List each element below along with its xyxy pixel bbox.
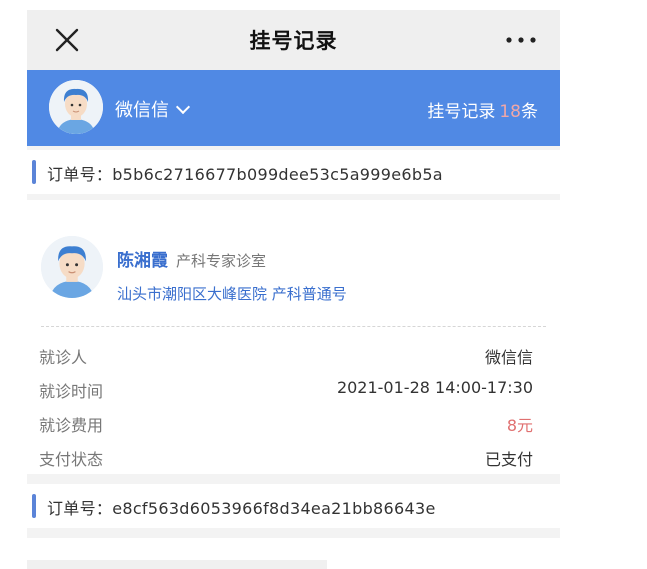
user-name: 微信信: [115, 100, 169, 121]
order-number-row[interactable]: 订单号：b5b6c2716677b099dee53c5a999e6b5a: [27, 150, 560, 194]
fee-value: 8元: [506, 416, 533, 435]
chevron-down-icon: [175, 99, 191, 115]
avatar-icon: [49, 80, 103, 134]
order-number-label: 订单号：: [47, 165, 113, 184]
appointment-card[interactable]: 陈湘霞 产科专家诊室 汕头市潮阳区大峰医院 产科普通号 就诊人 微信信 就诊时间 …: [27, 200, 560, 474]
hospital-name: 汕头市潮阳区大峰医院 产科普通号: [117, 285, 347, 303]
divider: [41, 326, 546, 327]
record-count-number: 18: [499, 102, 521, 122]
fee-label: 就诊费用: [39, 416, 104, 435]
order-number-label: 订单号：: [47, 499, 113, 518]
user-header-bar: 微信信 挂号记录 18条: [27, 70, 560, 146]
avatar-icon: [41, 236, 103, 298]
visit-time-row: 就诊时间 2021-01-28 14:00-17:30: [39, 378, 533, 401]
payment-status-label: 支付状态: [39, 450, 104, 469]
page-title: 挂号记录: [249, 29, 338, 53]
patient-value: 微信信: [484, 348, 533, 367]
payment-status-value: 已支付: [484, 450, 533, 469]
payment-status-row: 支付状态 已支付: [39, 446, 533, 469]
order-number-row[interactable]: 订单号：e8cf563d6053966f8d34ea21bb86643e: [27, 484, 560, 528]
more-icon[interactable]: [504, 30, 538, 50]
doctor-info: 陈湘霞 产科专家诊室: [117, 246, 266, 271]
order-marker: [32, 494, 36, 518]
order-number: e8cf563d6053966f8d34ea21bb86643e: [112, 499, 436, 518]
visit-time-value: 2021-01-28 14:00-17:30: [336, 378, 533, 397]
record-count-unit: 条: [521, 102, 538, 122]
fee-row: 就诊费用 8元: [39, 412, 533, 435]
order-number: b5b6c2716677b099dee53c5a999e6b5a: [112, 165, 443, 184]
doctor-avatar: [41, 236, 103, 298]
doctor-name: 陈湘霞: [117, 251, 168, 271]
user-avatar: [49, 80, 103, 134]
doctor-department: 产科专家诊室: [176, 252, 267, 270]
app-screen: 挂号记录 微信信 挂号记录 18条 订单号：b5b6c2716677b099de…: [27, 10, 560, 538]
record-count-label: 挂号记录: [427, 102, 496, 122]
background-strip: [27, 560, 327, 569]
patient-label: 就诊人: [39, 348, 88, 367]
patient-row: 就诊人 微信信: [39, 344, 533, 367]
order-marker: [32, 160, 36, 184]
record-count-summary: 挂号记录 18条: [427, 97, 538, 122]
visit-time-label: 就诊时间: [39, 382, 104, 401]
top-nav-bar: 挂号记录: [27, 10, 560, 70]
user-selector[interactable]: 微信信: [115, 96, 191, 122]
